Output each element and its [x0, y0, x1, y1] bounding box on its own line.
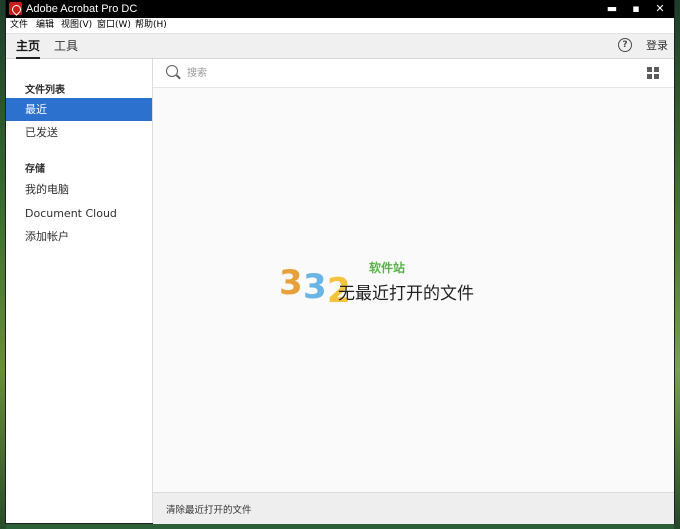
question-circle-icon[interactable]: ?	[618, 38, 632, 52]
search-bar	[153, 59, 674, 88]
maximize-button[interactable]: ▪	[624, 0, 648, 18]
title-bar[interactable]: Adobe Acrobat Pro DC ▬ ▪ ✕	[6, 0, 674, 18]
menu-window[interactable]: 窗口(W)	[97, 18, 131, 33]
menu-bar: 文件 编辑 视图(V) 窗口(W) 帮助(H)	[6, 18, 674, 34]
close-button[interactable]: ✕	[648, 0, 672, 18]
sidebar-item-recent[interactable]: 最近	[6, 98, 152, 121]
app-window: Adobe Acrobat Pro DC ▬ ▪ ✕ 文件 编辑 视图(V) 窗…	[6, 0, 674, 524]
sidebar-heading-files: 文件列表	[25, 85, 65, 96]
window-title: Adobe Acrobat Pro DC	[26, 3, 138, 15]
search-icon	[166, 65, 178, 77]
sidebar-item-label: 添加帐户	[25, 230, 69, 243]
sidebar-heading-storage: 存储	[25, 164, 45, 175]
tab-home[interactable]: 主页	[16, 38, 41, 59]
tab-tools[interactable]: 工具	[54, 38, 78, 54]
sidebar-item-document-cloud[interactable]: Document Cloud	[6, 202, 152, 225]
sidebar-item-label: Document Cloud	[25, 207, 117, 220]
empty-state-message: 无最近打开的文件	[338, 284, 474, 304]
sidebar-item-my-computer[interactable]: 我的电脑	[6, 178, 152, 201]
minimize-button[interactable]: ▬	[600, 0, 624, 18]
sign-in-link[interactable]: 登录	[646, 39, 668, 53]
menu-edit[interactable]: 编辑	[36, 18, 54, 33]
watermark-digit: 3	[303, 267, 327, 307]
watermark-digit: 3	[279, 263, 303, 303]
acrobat-logo-icon	[9, 2, 22, 15]
sidebar-item-label: 我的电脑	[25, 183, 69, 196]
clear-recent-files-button[interactable]: 清除最近打开的文件	[166, 502, 252, 516]
tab-bar: 主页 工具 ? 登录	[6, 34, 674, 59]
watermark-text: 软件站	[369, 261, 406, 275]
menu-help[interactable]: 帮助(H)	[135, 18, 167, 33]
sidebar-item-sent[interactable]: 已发送	[6, 121, 152, 144]
sidebar-item-add-account[interactable]: 添加帐户	[6, 225, 152, 248]
menu-view[interactable]: 视图(V)	[61, 18, 92, 33]
footer-bar: 清除最近打开的文件	[153, 492, 674, 524]
menu-file[interactable]: 文件	[10, 18, 28, 33]
main-content: 3 3 2 软件站 无最近打开的文件 清除最近打开的文件	[153, 59, 674, 524]
sidebar-item-label: 最近	[25, 103, 47, 116]
grid-view-icon[interactable]	[647, 67, 659, 79]
search-input[interactable]	[187, 65, 607, 81]
sidebar: 文件列表 最近 已发送 存储 我的电脑 Document Cloud 添加帐户	[6, 59, 153, 523]
desktop-background-right	[674, 0, 680, 529]
sidebar-item-label: 已发送	[25, 126, 58, 139]
